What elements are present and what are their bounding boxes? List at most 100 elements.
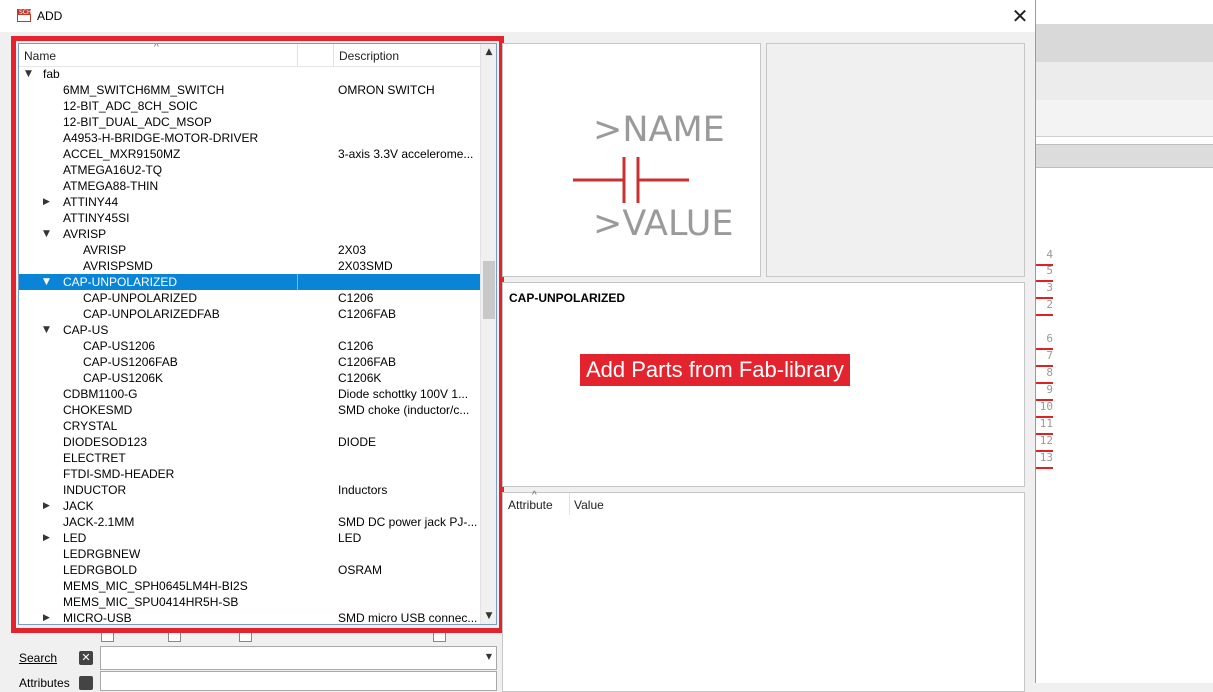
tree-row[interactable]: AVRISP 2X03	[19, 242, 480, 258]
column-attribute-header[interactable]: Attribute	[508, 498, 553, 512]
tree-row[interactable]: MEMS_MIC_SPH0645LM4H-BI2S	[19, 578, 480, 594]
tree-row[interactable]: A4953-H-BRIDGE-MOTOR-DRIVER	[19, 130, 480, 146]
column-description-header[interactable]: Description	[339, 49, 399, 63]
tree-row[interactable]: 12-BIT_DUAL_ADC_MSOP	[19, 114, 480, 130]
tree-row[interactable]: AVRISPSMD 2X03SMD	[19, 258, 480, 274]
row-description: SMD choke (inductor/c...	[338, 403, 470, 417]
expand-right-icon[interactable]: ▶	[43, 610, 50, 624]
column-divider[interactable]	[297, 44, 298, 66]
expand-right-icon[interactable]: ▶	[43, 194, 50, 210]
row-name: CHOKESMD	[63, 403, 133, 417]
tree-row[interactable]: 6MM_SWITCH6MM_SWITCH OMRON SWITCH	[19, 82, 480, 98]
checkbox[interactable]	[101, 633, 114, 642]
library-tree[interactable]: Name ^ Description ▼ fab 6MM_SWITCH6MM_SWI…	[18, 43, 497, 625]
row-name: fab	[43, 67, 60, 81]
column-divider[interactable]	[569, 493, 570, 515]
tree-row[interactable]: CRYSTAL	[19, 418, 480, 434]
background-toolbar-3	[1036, 100, 1213, 137]
row-description: 2X03	[338, 243, 367, 257]
selection-column-divider	[297, 274, 298, 290]
tree-row[interactable]: LEDRGBNEW	[19, 546, 480, 562]
checkbox[interactable]	[433, 633, 446, 642]
checkbox[interactable]	[239, 633, 252, 642]
row-name: ATTINY44	[63, 195, 119, 209]
row-description: OSRAM	[338, 563, 383, 577]
tree-row[interactable]: CHOKESMD SMD choke (inductor/c...	[19, 402, 480, 418]
tree-row[interactable]: MEMS_MIC_SPU0414HR5H-SB	[19, 594, 480, 610]
scroll-up-icon[interactable]: ▲	[481, 44, 496, 60]
expand-down-icon[interactable]: ▼	[43, 226, 50, 242]
background-pin-label: 8	[1036, 366, 1053, 384]
tree-row[interactable]: DIODESOD123 DIODE	[19, 434, 480, 450]
expand-down-icon[interactable]: ▼	[25, 66, 32, 82]
tree-row[interactable]: ACCEL_MXR9150MZ 3-axis 3.3V accelerome...	[19, 146, 480, 162]
row-name: ATMEGA16U2-TQ	[63, 163, 163, 177]
annotation-label: Add Parts from Fab-library	[580, 354, 850, 386]
row-description: OMRON SWITCH	[338, 83, 435, 97]
tree-row[interactable]: ▶ ATTINY44	[19, 194, 480, 210]
tree-row[interactable]: ▶ LED LED	[19, 530, 480, 546]
background-pin-label: 10	[1036, 400, 1053, 418]
row-name: CAP-US1206FAB	[83, 355, 178, 369]
tree-row-selected[interactable]: ▼ CAP-UNPOLARIZED	[19, 274, 480, 290]
background-toolbar-2	[1036, 62, 1213, 101]
tree-row[interactable]: LEDRGBOLD OSRAM	[19, 562, 480, 578]
column-divider[interactable]	[333, 44, 334, 66]
tree-row[interactable]: CAP-UNPOLARIZED C1206	[19, 290, 480, 306]
tree-row[interactable]: CAP-US1206FAB C1206FAB	[19, 354, 480, 370]
row-name: ACCEL_MXR9150MZ	[63, 147, 181, 161]
row-name: MEMS_MIC_SPH0645LM4H-BI2S	[63, 579, 248, 593]
tree-row[interactable]: ATMEGA16U2-TQ	[19, 162, 480, 178]
row-name: CRYSTAL	[63, 419, 118, 433]
row-name: ATTINY45SI	[63, 211, 130, 225]
background-ruler	[1036, 144, 1213, 168]
tree-row[interactable]: ▼ CAP-US	[19, 322, 480, 338]
expand-down-icon[interactable]: ▼	[43, 322, 50, 338]
tree-row[interactable]: CAP-UNPOLARIZEDFAB C1206FAB	[19, 306, 480, 322]
row-name: CDBM1100-G	[63, 387, 138, 401]
tree-scrollbar[interactable]: ▲ ▼	[480, 44, 496, 624]
expand-right-icon[interactable]: ▶	[43, 530, 50, 546]
expand-down-icon[interactable]: ▼	[43, 274, 50, 290]
attributes-input[interactable]	[100, 671, 497, 691]
close-icon[interactable]: ✕	[1005, 3, 1035, 29]
chevron-down-icon[interactable]: ▼	[486, 652, 492, 661]
row-name: LEDRGBOLD	[63, 563, 138, 577]
row-name: LED	[63, 531, 87, 545]
description-title: CAP-UNPOLARIZED	[509, 291, 625, 305]
tree-row[interactable]: INDUCTOR Inductors	[19, 482, 480, 498]
tree-row[interactable]: ▶ MICRO-USB SMD micro USB connec...	[19, 610, 480, 624]
tree-row[interactable]: ELECTRET	[19, 450, 480, 466]
tree-row[interactable]: ▼ AVRISP	[19, 226, 480, 242]
tree-row[interactable]: ATMEGA88-THIN	[19, 178, 480, 194]
row-name: CAP-US	[63, 323, 109, 337]
tree-row[interactable]: CAP-US1206 C1206	[19, 338, 480, 354]
scroll-down-icon[interactable]: ▼	[481, 608, 496, 624]
expand-right-icon[interactable]: ▶	[43, 498, 50, 514]
title-bar: SCH ADD ✕	[0, 0, 1035, 32]
tree-row[interactable]: ATTINY45SI	[19, 210, 480, 226]
row-description: C1206K	[338, 371, 382, 385]
checkbox[interactable]	[168, 633, 181, 642]
background-pin-label: 11	[1036, 417, 1053, 435]
tree-row[interactable]: ▶ JACK	[19, 498, 480, 514]
tree-header: Name ^ Description	[19, 44, 480, 67]
row-name: DIODESOD123	[63, 435, 148, 449]
background-pin-label: 6	[1036, 332, 1053, 350]
column-name-header[interactable]: Name	[24, 49, 56, 63]
tree-row[interactable]: FTDI-SMD-HEADER	[19, 466, 480, 482]
tree-row[interactable]: ▼ fab	[19, 66, 480, 82]
tree-row[interactable]: CAP-US1206K C1206K	[19, 370, 480, 386]
clear-search-icon[interactable]: ✕	[79, 651, 93, 665]
column-value-header[interactable]: Value	[574, 498, 604, 512]
background-pin-label: 13	[1036, 451, 1053, 469]
row-name: CAP-US1206K	[83, 371, 164, 385]
tree-row[interactable]: JACK-2.1MM SMD DC power jack PJ-...	[19, 514, 480, 530]
scroll-thumb[interactable]	[483, 261, 495, 319]
tree-row[interactable]: CDBM1100-G Diode schottky 100V 1...	[19, 386, 480, 402]
search-input[interactable]: ▼	[100, 646, 497, 670]
clear-attributes-icon[interactable]	[79, 676, 93, 690]
symbol-name-text: >NAME	[593, 110, 725, 150]
background-pin-label: 9	[1036, 383, 1053, 401]
tree-row[interactable]: 12-BIT_ADC_8CH_SOIC	[19, 98, 480, 114]
